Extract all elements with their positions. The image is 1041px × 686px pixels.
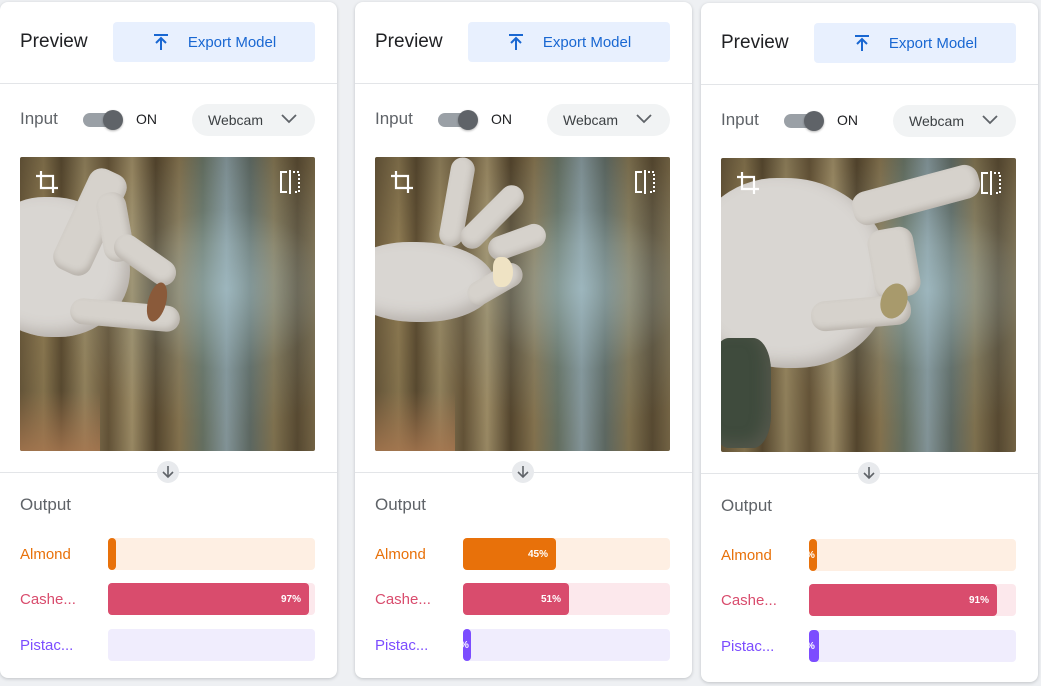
class-label-almond: Almond [721,547,772,564]
input-source-dropdown[interactable]: Webcam [547,104,670,136]
webcam-preview [375,157,670,451]
flip-horizontal-icon[interactable] [632,169,658,195]
export-model-button[interactable]: Export Model [814,23,1016,63]
confidence-bar-pistachio: % [809,630,819,662]
output-title: Output [375,495,427,514]
confidence-bar-track [809,539,1016,571]
confidence-bar-pistachio: % [463,629,471,661]
confidence-value: 91% [968,594,989,606]
confidence-value: 45% [527,548,548,560]
confidence-value: 51% [540,593,561,605]
input-row: Input ON Webcam [701,103,1038,139]
input-label: Input [20,109,58,128]
class-label-pistachio: Pistac... [375,637,429,654]
class-label-cashew: Cashe... [375,591,431,608]
input-toggle[interactable] [784,111,824,131]
confidence-bar-almond: 45% [463,538,556,570]
confidence-value: 97% [280,593,301,605]
class-row-cashew: Cashe... 91% [701,584,1038,616]
class-row-almond: Almond % [701,539,1038,571]
chevron-down-icon [982,115,998,125]
panel-header: Preview Export Model [701,3,1038,85]
flip-horizontal-icon[interactable] [277,169,303,195]
input-row: Input ON Webcam [355,102,692,138]
panel-header: Preview Export Model [355,2,692,84]
input-source-value: Webcam [563,112,618,128]
confidence-bar-cashew: 91% [809,584,997,616]
crop-icon[interactable] [735,170,761,196]
class-label-pistachio: Pistac... [20,637,74,654]
confidence-bar-cashew: 51% [463,583,569,615]
webcam-preview [721,158,1016,452]
export-model-label: Export Model [888,34,978,52]
toggle-state-label: ON [837,112,858,128]
export-model-label: Export Model [542,33,632,51]
preview-title: Preview [721,32,789,53]
input-source-dropdown[interactable]: Webcam [893,105,1016,137]
input-row: Input ON Webcam [0,102,337,138]
input-source-value: Webcam [909,113,964,129]
preview-title: Preview [375,31,443,52]
class-label-cashew: Cashe... [20,591,76,608]
preview-panel-3: Preview Export Model Input ON Webcam Out… [701,3,1038,682]
confidence-bar-track [809,630,1016,662]
export-model-label: Export Model [187,33,277,51]
confidence-bar-track [463,629,670,661]
class-row-pistachio: Pistac... % [355,629,692,661]
class-row-almond: Almond 45% [355,538,692,570]
chevron-down-icon [281,114,297,124]
class-label-cashew: Cashe... [721,592,777,609]
flip-horizontal-icon[interactable] [978,170,1004,196]
confidence-value: % [809,550,815,561]
input-label: Input [375,109,413,128]
class-row-almond: Almond [0,538,337,570]
upload-arrow-icon [153,34,168,50]
class-row-pistachio: Pistac... % [701,630,1038,662]
class-label-almond: Almond [20,546,71,563]
confidence-bar-almond [108,538,116,570]
nut [493,257,513,287]
panel-header: Preview Export Model [0,2,337,84]
arrow-down-icon [157,461,179,483]
chevron-down-icon [636,114,652,124]
upload-arrow-icon [508,34,523,50]
toggle-knob [458,110,478,130]
toggle-state-label: ON [136,111,157,127]
class-label-almond: Almond [375,546,426,563]
input-toggle[interactable] [438,110,478,130]
preview-panel-1: Preview Export Model Input ON Webcam Out… [0,2,337,678]
export-model-button[interactable]: Export Model [113,22,315,62]
crop-icon[interactable] [389,169,415,195]
toggle-knob [804,111,824,131]
crop-icon[interactable] [34,169,60,195]
confidence-value: % [463,640,469,651]
input-toggle[interactable] [83,110,123,130]
confidence-bar-almond: % [809,539,817,571]
input-label: Input [721,110,759,129]
confidence-value: % [809,641,815,652]
preview-panel-2: Preview Export Model Input ON Webcam Out… [355,2,692,678]
toggle-knob [103,110,123,130]
confidence-bar-track [108,538,315,570]
class-label-pistachio: Pistac... [721,638,775,655]
output-title: Output [20,495,72,514]
class-row-cashew: Cashe... 51% [355,583,692,615]
input-source-dropdown[interactable]: Webcam [192,104,315,136]
confidence-bar-track [108,629,315,661]
confidence-bar-cashew: 97% [108,583,309,615]
preview-title: Preview [20,31,88,52]
upload-arrow-icon [854,35,869,51]
class-row-pistachio: Pistac... [0,629,337,661]
export-model-button[interactable]: Export Model [468,22,670,62]
arrow-down-icon [858,462,880,484]
output-title: Output [721,496,773,515]
arrow-down-icon [512,461,534,483]
input-source-value: Webcam [208,112,263,128]
class-row-cashew: Cashe... 97% [0,583,337,615]
toggle-state-label: ON [491,111,512,127]
webcam-preview [20,157,315,451]
